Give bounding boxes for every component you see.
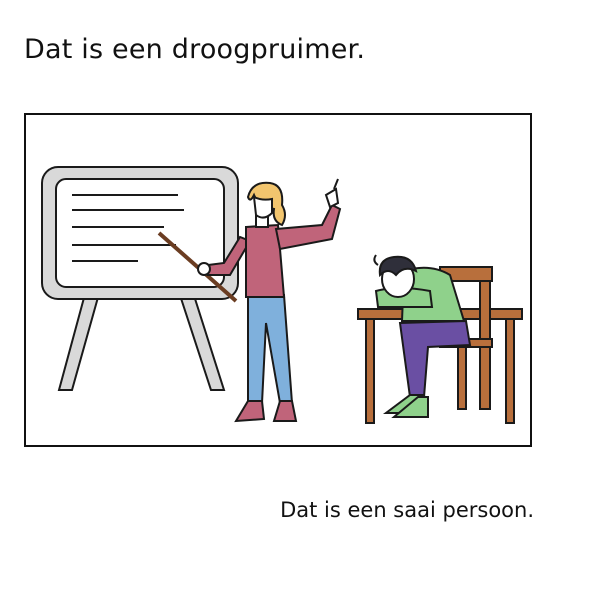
caption: Dat is een saai persoon. [280, 498, 534, 522]
classroom-illustration [41, 166, 523, 424]
page-title: Dat is een droogpruimer. [24, 34, 366, 65]
illustration-frame [24, 113, 532, 447]
